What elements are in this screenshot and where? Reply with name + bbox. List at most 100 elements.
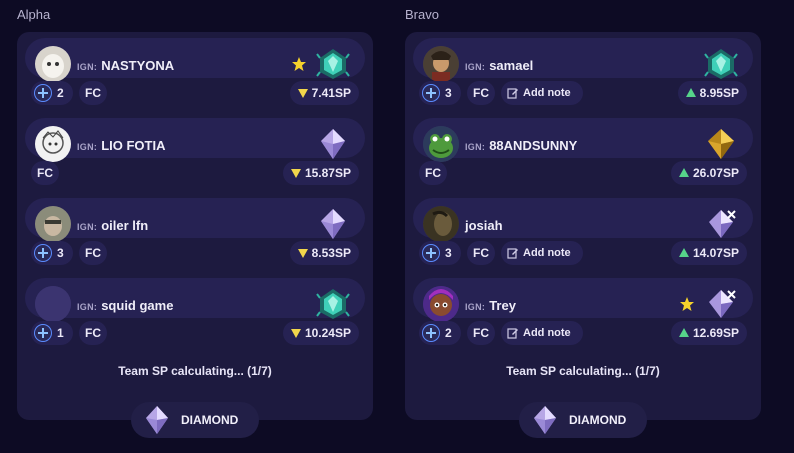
add-note-button[interactable]: Add note — [501, 81, 583, 105]
party-size-chip: 3 — [419, 81, 461, 105]
plus-circle-icon — [423, 85, 439, 101]
ascendant-rank-icon — [315, 286, 351, 322]
player-bar[interactable]: josiah — [413, 198, 753, 242]
party-size-chip: 2 — [31, 81, 73, 105]
player-ign: IGN: squid game — [77, 298, 173, 313]
party-size: 2 — [57, 86, 64, 100]
gold-rank-icon — [703, 126, 739, 162]
player-row: IGN: samael 3 FC Add note 8.95SP — [405, 32, 761, 112]
diamond-rank-icon — [315, 206, 351, 242]
player-ign: IGN: Trey — [465, 298, 516, 313]
player-bar[interactable]: IGN: Trey — [413, 278, 753, 322]
diamond-rank-icon — [315, 126, 351, 162]
player-name: josiah — [465, 218, 503, 233]
sp-down-arrow-icon — [297, 249, 308, 258]
ign-tag: IGN: — [77, 302, 98, 312]
ign-tag: IGN: — [465, 142, 486, 152]
team-bravo-tier-badge: DIAMOND — [519, 402, 647, 438]
sketch-avatar[interactable] — [35, 126, 71, 162]
player-name: samael — [489, 58, 534, 73]
tier-label: DIAMOND — [181, 413, 239, 427]
plus-circle-icon — [423, 245, 439, 261]
add-note-button[interactable]: Add note — [501, 241, 583, 265]
player-row: IGN: NASTYONA 2 FC 7.41SP — [17, 32, 373, 112]
player-bar[interactable]: IGN: NASTYONA — [25, 38, 365, 82]
party-size-chip: 3 — [31, 241, 73, 265]
player-meta-row: 3 FC 8.53SP — [25, 241, 365, 265]
player-meta-row: FC 26.07SP — [413, 161, 753, 185]
sp-value: 12.69SP — [692, 326, 739, 340]
add-note-label: Add note — [523, 87, 571, 99]
player-ign: IGN: 88ANDSUNNY — [465, 138, 577, 153]
sp-value: 8.95SP — [699, 86, 739, 100]
party-size: 2 — [445, 326, 452, 340]
player-sp: 15.87SP — [282, 161, 359, 185]
blank-avatar[interactable] — [35, 286, 71, 322]
party-size: 1 — [57, 326, 64, 340]
ghost-avatar[interactable] — [35, 46, 71, 82]
party-size: 3 — [57, 246, 64, 260]
fc-badge: FC — [467, 81, 495, 105]
party-size: 3 — [445, 86, 452, 100]
player-bar[interactable]: IGN: samael — [413, 38, 753, 82]
sp-value: 7.41SP — [311, 86, 351, 100]
character-avatar[interactable] — [423, 46, 459, 82]
player-name: Trey — [489, 298, 516, 313]
add-note-label: Add note — [523, 247, 571, 259]
crossed-diamond-rank-icon — [703, 286, 739, 322]
player-row: IGN: squid game 1 FC 10.24SP — [17, 272, 373, 352]
party-size: 3 — [445, 246, 452, 260]
tier-label: DIAMOND — [569, 413, 627, 427]
sp-up-arrow-icon — [678, 168, 689, 177]
sp-down-arrow-icon — [290, 329, 301, 338]
player-bar[interactable]: IGN: oiler lfn — [25, 198, 365, 242]
player-bar[interactable]: IGN: LIO FOTIA — [25, 118, 365, 162]
sp-value: 8.53SP — [311, 246, 351, 260]
party-size-chip: 3 — [419, 241, 461, 265]
player-ign: IGN: NASTYONA — [77, 58, 174, 73]
photo-avatar[interactable] — [35, 206, 71, 242]
add-note-button[interactable]: Add note — [501, 321, 583, 345]
sp-down-arrow-icon — [290, 169, 301, 178]
plus-circle-icon — [35, 325, 51, 341]
fc-badge: FC — [467, 241, 495, 265]
player-meta-row: 3 FC Add note 14.07SP — [413, 241, 753, 265]
sp-up-arrow-icon — [678, 328, 689, 337]
ascendant-rank-icon — [315, 46, 351, 82]
plus-circle-icon — [35, 85, 51, 101]
fc-badge: FC — [79, 241, 107, 265]
fc-badge: FC — [467, 321, 495, 345]
sp-value: 26.07SP — [692, 166, 739, 180]
team-sp-status: Team SP calculating... (1/7) — [506, 364, 660, 378]
player-row: josiah 3 FC Add note 14.07SP — [405, 192, 761, 272]
player-meta-row: 1 FC 10.24SP — [25, 321, 365, 345]
diamond-rank-icon — [534, 406, 556, 434]
diamond-rank-icon — [146, 406, 168, 434]
star-icon — [679, 296, 695, 312]
ign-tag: IGN: — [465, 62, 486, 72]
frog-avatar[interactable] — [423, 126, 459, 162]
dark-photo-avatar[interactable] — [423, 206, 459, 242]
sp-value: 10.24SP — [304, 326, 351, 340]
sp-down-arrow-icon — [297, 89, 308, 98]
ign-tag: IGN: — [77, 142, 98, 152]
player-name: 88ANDSUNNY — [489, 138, 578, 153]
plus-circle-icon — [423, 325, 439, 341]
fc-badge: FC — [419, 161, 447, 185]
player-meta-row: 2 FC 7.41SP — [25, 81, 365, 105]
player-bar[interactable]: IGN: squid game — [25, 278, 365, 322]
player-meta-row: 2 FC Add note 12.69SP — [413, 321, 753, 345]
player-ign: josiah — [465, 218, 503, 233]
team-sp-status: Team SP calculating... (1/7) — [118, 364, 272, 378]
party-size-chip: 2 — [419, 321, 461, 345]
player-row: IGN: 88ANDSUNNY FC 26.07SP — [405, 112, 761, 192]
team-alpha-label: Alpha — [17, 7, 51, 22]
fc-badge: FC — [31, 161, 59, 185]
sp-up-arrow-icon — [678, 248, 689, 257]
player-name: oiler lfn — [101, 218, 149, 233]
player-sp: 12.69SP — [670, 321, 747, 345]
team-alpha-tier-badge: DIAMOND — [131, 402, 259, 438]
player-bar[interactable]: IGN: 88ANDSUNNY — [413, 118, 753, 162]
sp-value: 14.07SP — [692, 246, 739, 260]
cartoon-avatar[interactable] — [423, 286, 459, 322]
